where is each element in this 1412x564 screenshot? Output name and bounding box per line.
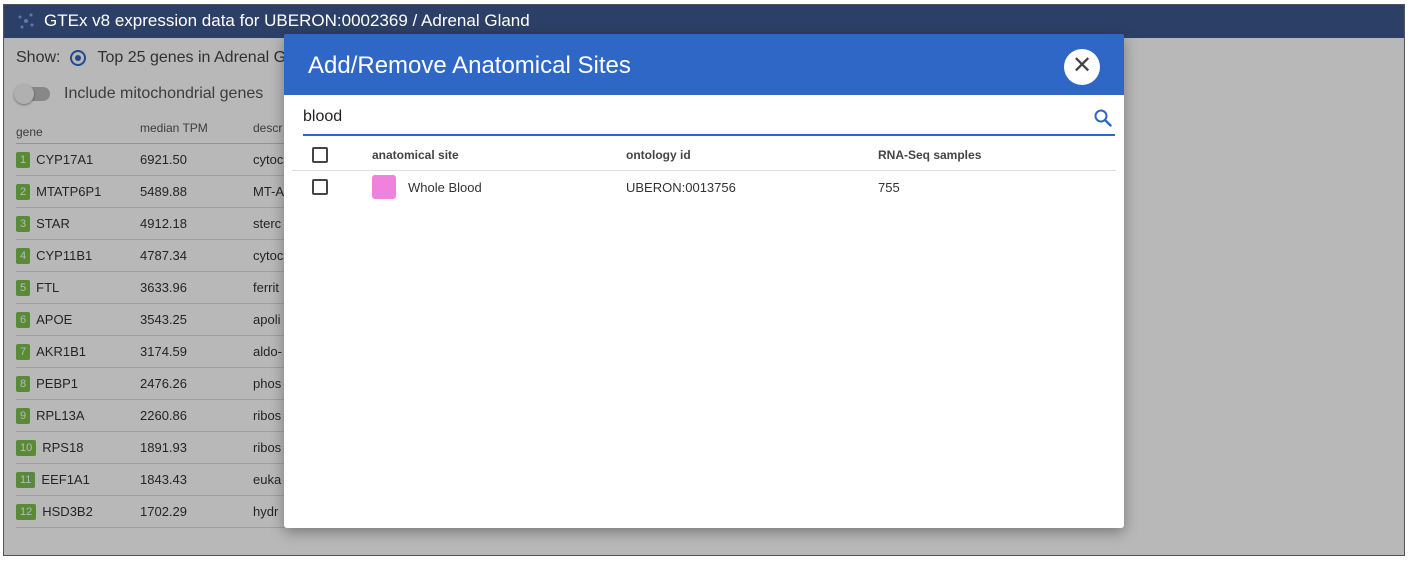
- site-name: Whole Blood: [408, 179, 482, 195]
- dialog-title: Add/Remove Anatomical Sites: [308, 52, 631, 79]
- dialog-header: Add/Remove Anatomical Sites ✕: [284, 34, 1124, 95]
- site-column-header: anatomical site: [372, 148, 459, 162]
- select-all-checkbox[interactable]: [312, 147, 328, 163]
- window-title: GTEx v8 expression data for UBERON:00023…: [44, 11, 530, 30]
- site-row[interactable]: Whole Blood UBERON:0013756 755: [292, 171, 1116, 203]
- sites-table: anatomical site ontology id RNA-Seq samp…: [292, 140, 1116, 203]
- search-icon[interactable]: [1093, 108, 1113, 128]
- site-checkbox[interactable]: [312, 179, 328, 195]
- close-icon: ✕: [1071, 52, 1093, 79]
- close-button[interactable]: ✕: [1064, 49, 1100, 85]
- samples-column-header: RNA-Seq samples: [878, 148, 982, 162]
- site-color-swatch: [372, 175, 396, 199]
- site-search-input[interactable]: [303, 106, 1063, 128]
- site-cell: Whole Blood: [372, 175, 626, 199]
- ontology-id: UBERON:0013756: [626, 179, 736, 195]
- sample-count: 755: [878, 179, 900, 195]
- anatomical-sites-dialog: Add/Remove Anatomical Sites ✕ anatomical…: [284, 34, 1124, 528]
- ontology-column-header: ontology id: [626, 148, 691, 162]
- site-search-box: [303, 106, 1115, 136]
- gtex-logo-icon: [18, 13, 34, 29]
- sites-table-header: anatomical site ontology id RNA-Seq samp…: [292, 140, 1116, 171]
